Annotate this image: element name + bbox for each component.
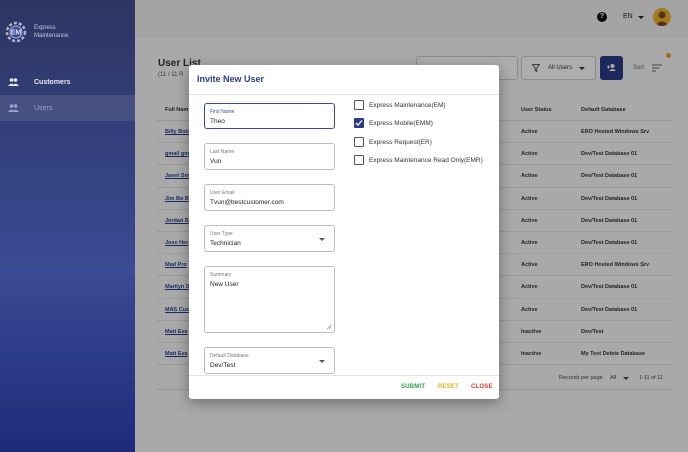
logo-gear-icon: EM xyxy=(5,21,27,43)
product-checkbox-emr[interactable]: Express Maintenance Read Only(EMR) xyxy=(354,155,483,165)
field-label: Default Database xyxy=(210,353,249,359)
checkbox-label: Express Maintenance(EM) xyxy=(369,101,446,109)
chevron-down-icon xyxy=(319,360,325,363)
divider xyxy=(189,375,499,376)
sidebar: EM Express Maintenance Customers Users xyxy=(0,0,135,452)
dialog-title: Invite New User xyxy=(197,74,265,84)
field-label: User Email xyxy=(210,190,235,196)
product-checkbox-em[interactable]: Express Maintenance(EM) xyxy=(354,100,446,110)
user-type-select[interactable]: User Type Technician xyxy=(204,225,335,252)
field-value: Dev/Test xyxy=(210,362,236,369)
sidebar-item-label: Users xyxy=(34,104,53,112)
checkbox-label: Express Request(ER) xyxy=(369,138,432,146)
last-name-field[interactable]: Last Name Vun xyxy=(204,143,335,170)
logo-text: Express Maintenance xyxy=(34,24,68,40)
logo-line-1: Express xyxy=(34,25,56,31)
submit-button[interactable]: SUBMIT xyxy=(401,384,425,390)
checkbox[interactable] xyxy=(354,155,364,165)
invite-user-dialog: Invite New User First Name Theo Last Nam… xyxy=(189,65,499,399)
field-label: First Name xyxy=(210,109,235,115)
sidebar-item-users[interactable]: Users xyxy=(0,95,135,121)
sidebar-item-customers[interactable]: Customers xyxy=(0,69,135,95)
resize-handle-icon[interactable] xyxy=(326,324,332,330)
field-label: User Type xyxy=(210,231,233,237)
sidebar-item-label: Customers xyxy=(34,78,71,86)
checkbox-label: Express Mobile(EMM) xyxy=(369,119,433,127)
reset-button[interactable]: RESET xyxy=(438,384,459,390)
logo-line-2: Maintenance xyxy=(34,33,69,39)
field-label: Summary xyxy=(210,272,232,278)
email-field[interactable]: User Email Tvun@bestcustomer.com xyxy=(204,184,335,211)
field-value[interactable]: Vun xyxy=(210,158,221,165)
field-value[interactable]: Theo xyxy=(210,118,225,125)
checkbox[interactable] xyxy=(354,100,364,110)
product-checkbox-emm[interactable]: Express Mobile(EMM) xyxy=(354,118,433,128)
svg-text:EM: EM xyxy=(11,30,22,37)
close-button[interactable]: CLOSE xyxy=(471,384,493,390)
field-label: Last Name xyxy=(210,149,235,155)
first-name-field[interactable]: First Name Theo xyxy=(204,103,335,129)
default-database-select[interactable]: Default Database Dev/Test xyxy=(204,347,335,374)
group-icon xyxy=(8,78,19,87)
users-icon xyxy=(8,104,19,113)
summary-textarea[interactable]: Summary New User xyxy=(204,266,335,333)
checkbox-label: Express Maintenance Read Only(EMR) xyxy=(369,156,483,164)
checkbox[interactable] xyxy=(354,118,364,128)
field-value: Technician xyxy=(210,240,241,247)
checkbox[interactable] xyxy=(354,137,364,147)
chevron-down-icon xyxy=(319,238,325,241)
field-value[interactable]: Tvun@bestcustomer.com xyxy=(210,199,284,206)
field-value[interactable]: New User xyxy=(210,281,239,288)
product-checkbox-er[interactable]: Express Request(ER) xyxy=(354,137,432,147)
checkmark-icon xyxy=(355,120,363,126)
divider xyxy=(189,94,499,95)
